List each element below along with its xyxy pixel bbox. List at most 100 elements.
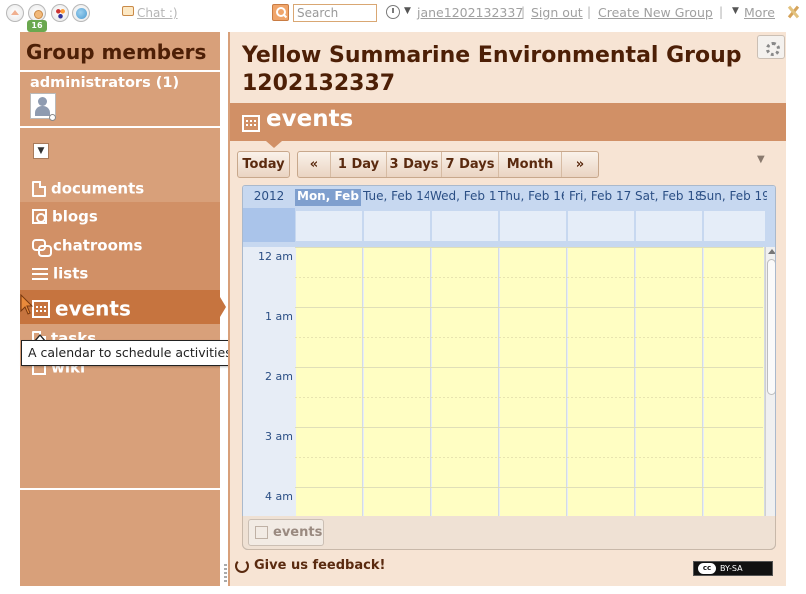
active-indicator-arrow [220,297,226,317]
hour-line [295,307,763,308]
sidebar-item-blogs[interactable]: blogs [32,207,98,229]
day-header[interactable]: Sun, Feb 19 [699,189,767,206]
day-column[interactable] [500,247,567,549]
chat-icon[interactable] [122,6,134,16]
more-caret-icon[interactable]: ▼ [732,6,739,16]
main-panel: Yellow Summarine Environmental Group 120… [224,32,786,586]
separator: | [587,5,592,19]
sidebar-dropdown-icon[interactable]: ▼ [33,143,49,159]
sidebar-item-lists[interactable]: lists [32,264,88,286]
sidebar-item-chatrooms[interactable]: chatrooms [32,236,142,258]
day-header[interactable]: Sat, Feb 18 [635,189,701,206]
calendar: 2012 Mon, Feb 13 Tue, Feb 14 Wed, Feb 15… [242,185,776,550]
half-hour-line [295,277,763,278]
section-title: events [266,106,354,132]
separator: | [719,5,724,19]
logo-icon[interactable] [787,6,799,18]
refresh-icon[interactable] [235,559,249,573]
world-icon[interactable] [72,4,90,22]
all-day-label-cell [243,208,295,242]
sign-out-link[interactable]: Sign out [531,5,583,20]
divider [20,126,220,128]
day-column[interactable] [636,247,703,549]
day-column[interactable] [704,247,765,549]
half-hour-line [295,337,763,338]
day-header[interactable]: Mon, Feb 13 [295,189,361,206]
sidebar-item-label: blogs [52,207,98,226]
all-day-cell[interactable] [432,211,499,241]
blog-icon [32,209,47,224]
scrollbar[interactable] [765,247,775,549]
user-menu-caret-icon[interactable]: ▼ [404,6,411,16]
calendar-icon [242,114,260,136]
all-day-cell[interactable] [296,211,363,241]
all-day-cell[interactable] [704,211,766,241]
time-grid: 12 am 1 am 2 am 3 am 4 am [243,247,775,549]
mouse-cursor-icon [20,294,34,316]
calendar-icon [255,526,268,539]
notification-badge: 16 [27,20,47,32]
create-group-link[interactable]: Create New Group [598,5,713,20]
hour-label: 2 am [265,370,293,383]
divider [20,70,220,72]
gear-icon[interactable] [757,35,785,59]
sidebar-item-label: documents [51,179,145,198]
search-input[interactable] [293,4,377,22]
three-days-button[interactable]: 3 Days [387,152,442,177]
license-label: BY-SA [720,564,743,573]
day-column[interactable] [296,247,363,549]
day-column[interactable] [432,247,499,549]
separator: | [521,5,526,19]
calendar-icon [32,299,50,318]
day-header[interactable]: Tue, Feb 14 [363,189,429,206]
events-tab-label: events [273,525,323,540]
sidebar-title: Group members [26,40,207,64]
today-button[interactable]: Today [237,151,290,178]
day-column[interactable] [568,247,635,549]
one-day-button[interactable]: 1 Day [331,152,387,177]
month-button[interactable]: Month [499,152,562,177]
sidebar-item-label: chatrooms [53,236,143,255]
prev-button[interactable]: « [298,152,331,177]
time-column: 12 am 1 am 2 am 3 am 4 am [243,247,295,549]
calendar-header: 2012 Mon, Feb 13 Tue, Feb 14 Wed, Feb 15… [243,186,775,208]
scroll-up-icon[interactable] [768,249,775,254]
scrollbar-thumb[interactable] [767,259,775,395]
day-header[interactable]: Wed, Feb 15 [430,189,496,206]
seven-days-button[interactable]: 7 Days [442,152,499,177]
hour-line [295,367,763,368]
chat-link[interactable]: Chat :) [137,6,178,20]
all-day-cell[interactable] [364,211,431,241]
all-day-cell[interactable] [568,211,635,241]
hour-label: 1 am [265,310,293,323]
groups-icon[interactable] [51,4,69,22]
day-column[interactable] [364,247,431,549]
user-status-icon[interactable] [386,5,400,19]
username-link[interactable]: jane1202132337 [417,5,523,20]
home-icon[interactable] [6,4,24,22]
sidebar-item-events-label-wrap[interactable]: events [32,295,131,321]
hour-label: 3 am [265,430,293,443]
day-header[interactable]: Fri, Feb 17 [569,189,635,206]
hour-line [295,487,763,488]
license-badge[interactable]: cc BY-SA [693,561,773,576]
more-link[interactable]: More [744,5,775,20]
half-hour-line [295,457,763,458]
all-day-cell[interactable] [500,211,567,241]
hour-label: 4 am [265,490,293,503]
events-tab[interactable]: events [248,519,324,546]
feedback-link[interactable]: Give us feedback! [254,558,385,573]
day-header[interactable]: Thu, Feb 16 [498,189,564,206]
view-button-group: « 1 Day 3 Days 7 Days Month » [297,151,599,178]
hour-line [295,427,763,428]
search-icon[interactable] [272,4,289,21]
page-title: Yellow Summarine Environmental Group 120… [242,43,742,96]
sidebar-item-documents[interactable]: documents [32,179,144,201]
options-caret-icon[interactable]: ▼ [757,154,765,165]
next-button[interactable]: » [562,152,598,177]
sidebar: Group members administrators (1) ▼ docum… [20,32,226,586]
calendar-year: 2012 [253,189,285,203]
resize-grip[interactable] [224,564,227,582]
administrators-label: administrators (1) [30,75,180,91]
all-day-cell[interactable] [636,211,703,241]
